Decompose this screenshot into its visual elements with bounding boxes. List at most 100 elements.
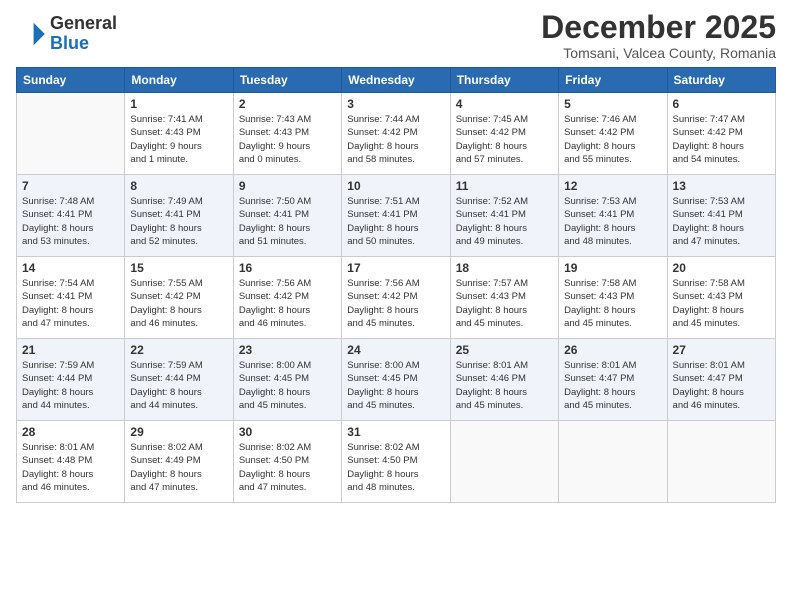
day-cell: 27 Sunrise: 8:01 AM Sunset: 4:47 PM Dayli… [667,339,775,421]
day-number: 18 [456,261,553,275]
day-detail: Sunrise: 7:53 AM Sunset: 4:41 PM Dayligh… [673,195,770,248]
day-number: 19 [564,261,661,275]
day-cell: 15Sunrise: 7:55 AM Sunset: 4:42 PM Dayli… [125,257,233,339]
day-number: 2 [239,97,336,111]
day-number: 11 [456,179,553,193]
day-number: 31 [347,425,444,439]
day-cell: 11Sunrise: 7:52 AM Sunset: 4:41 PM Dayli… [450,175,558,257]
location: Tomsani, Valcea County, Romania [541,45,776,61]
logo-text: GeneralBlue [50,14,117,54]
day-detail: Sunrise: 7:59 AM Sunset: 4:44 PM Dayligh… [130,359,227,412]
day-detail: Sunrise: 8:02 AM Sunset: 4:50 PM Dayligh… [239,441,336,494]
calendar-table: SundayMondayTuesdayWednesdayThursdayFrid… [16,67,776,503]
day-detail: Sunrise: 8:01 AM Sunset: 4:47 PM Dayligh… [564,359,661,412]
day-detail: Sunrise: 7:45 AM Sunset: 4:42 PM Dayligh… [456,113,553,166]
day-number: 30 [239,425,336,439]
day-number: 25 [456,343,553,357]
day-detail: Sunrise: 7:57 AM Sunset: 4:43 PM Dayligh… [456,277,553,330]
day-detail: Sunrise: 7:56 AM Sunset: 4:42 PM Dayligh… [239,277,336,330]
day-number: 27 [673,343,770,357]
day-detail: Sunrise: 8:02 AM Sunset: 4:49 PM Dayligh… [130,441,227,494]
day-cell: 17Sunrise: 7:56 AM Sunset: 4:42 PM Dayli… [342,257,450,339]
logo-icon [16,18,48,50]
day-number: 20 [673,261,770,275]
day-cell: 18 Sunrise: 7:57 AM Sunset: 4:43 PM Dayli… [450,257,558,339]
day-detail: Sunrise: 7:59 AM Sunset: 4:44 PM Dayligh… [22,359,119,412]
day-cell: 24 Sunrise: 8:00 AM Sunset: 4:45 PM Dayli… [342,339,450,421]
day-number: 12 [564,179,661,193]
week-row-4: 21Sunrise: 7:59 AM Sunset: 4:44 PM Dayli… [17,339,776,421]
day-cell: 21Sunrise: 7:59 AM Sunset: 4:44 PM Dayli… [17,339,125,421]
title-block: December 2025 Tomsani, Valcea County, Ro… [541,10,776,61]
day-detail: Sunrise: 8:01 AM Sunset: 4:47 PM Dayligh… [673,359,770,412]
weekday-header-monday: Monday [125,68,233,93]
day-cell: 23Sunrise: 8:00 AM Sunset: 4:45 PM Dayli… [233,339,341,421]
day-detail: Sunrise: 8:00 AM Sunset: 4:45 PM Dayligh… [239,359,336,412]
weekday-header-sunday: Sunday [17,68,125,93]
day-number: 14 [22,261,119,275]
day-detail: Sunrise: 8:00 AM Sunset: 4:45 PM Dayligh… [347,359,444,412]
day-number: 13 [673,179,770,193]
day-number: 8 [130,179,227,193]
day-number: 16 [239,261,336,275]
day-cell: 8 Sunrise: 7:49 AM Sunset: 4:41 PM Daylig… [125,175,233,257]
day-cell: 22 Sunrise: 7:59 AM Sunset: 4:44 PM Dayli… [125,339,233,421]
weekday-header-wednesday: Wednesday [342,68,450,93]
day-number: 22 [130,343,227,357]
day-detail: Sunrise: 7:41 AM Sunset: 4:43 PM Dayligh… [130,113,227,166]
page: GeneralBlue December 2025 Tomsani, Valce… [0,0,792,612]
day-cell [559,421,667,503]
header: GeneralBlue December 2025 Tomsani, Valce… [16,10,776,61]
day-detail: Sunrise: 7:44 AM Sunset: 4:42 PM Dayligh… [347,113,444,166]
day-detail: Sunrise: 8:01 AM Sunset: 4:48 PM Dayligh… [22,441,119,494]
week-row-5: 28 Sunrise: 8:01 AM Sunset: 4:48 PM Dayli… [17,421,776,503]
day-detail: Sunrise: 7:50 AM Sunset: 4:41 PM Dayligh… [239,195,336,248]
weekday-header-thursday: Thursday [450,68,558,93]
day-detail: Sunrise: 7:47 AM Sunset: 4:42 PM Dayligh… [673,113,770,166]
day-detail: Sunrise: 7:43 AM Sunset: 4:43 PM Dayligh… [239,113,336,166]
day-detail: Sunrise: 8:02 AM Sunset: 4:50 PM Dayligh… [347,441,444,494]
day-cell: 20Sunrise: 7:58 AM Sunset: 4:43 PM Dayli… [667,257,775,339]
day-cell: 4 Sunrise: 7:45 AM Sunset: 4:42 PM Daylig… [450,93,558,175]
day-cell: 29 Sunrise: 8:02 AM Sunset: 4:49 PM Dayli… [125,421,233,503]
day-cell: 3 Sunrise: 7:44 AM Sunset: 4:42 PM Daylig… [342,93,450,175]
day-cell: 19 Sunrise: 7:58 AM Sunset: 4:43 PM Dayli… [559,257,667,339]
day-number: 29 [130,425,227,439]
day-number: 28 [22,425,119,439]
day-detail: Sunrise: 7:51 AM Sunset: 4:41 PM Dayligh… [347,195,444,248]
day-cell: 26 Sunrise: 8:01 AM Sunset: 4:47 PM Dayli… [559,339,667,421]
day-cell: 14 Sunrise: 7:54 AM Sunset: 4:41 PM Dayli… [17,257,125,339]
day-detail: Sunrise: 7:58 AM Sunset: 4:43 PM Dayligh… [564,277,661,330]
day-number: 17 [347,261,444,275]
day-cell [450,421,558,503]
day-number: 15 [130,261,227,275]
day-cell: 6 Sunrise: 7:47 AM Sunset: 4:42 PM Daylig… [667,93,775,175]
day-cell: 10 Sunrise: 7:51 AM Sunset: 4:41 PM Dayli… [342,175,450,257]
weekday-header-row: SundayMondayTuesdayWednesdayThursdayFrid… [17,68,776,93]
day-number: 3 [347,97,444,111]
week-row-2: 7Sunrise: 7:48 AM Sunset: 4:41 PM Daylig… [17,175,776,257]
day-cell: 31 Sunrise: 8:02 AM Sunset: 4:50 PM Dayli… [342,421,450,503]
day-number: 6 [673,97,770,111]
day-cell: 2 Sunrise: 7:43 AM Sunset: 4:43 PM Daylig… [233,93,341,175]
day-number: 7 [22,179,119,193]
day-cell: 25Sunrise: 8:01 AM Sunset: 4:46 PM Dayli… [450,339,558,421]
day-cell: 30 Sunrise: 8:02 AM Sunset: 4:50 PM Dayli… [233,421,341,503]
day-cell [17,93,125,175]
day-number: 9 [239,179,336,193]
day-cell: 12Sunrise: 7:53 AM Sunset: 4:41 PM Dayli… [559,175,667,257]
day-number: 10 [347,179,444,193]
day-detail: Sunrise: 7:46 AM Sunset: 4:42 PM Dayligh… [564,113,661,166]
day-cell: 7Sunrise: 7:48 AM Sunset: 4:41 PM Daylig… [17,175,125,257]
day-cell: 16 Sunrise: 7:56 AM Sunset: 4:42 PM Dayli… [233,257,341,339]
day-number: 5 [564,97,661,111]
day-cell: 9 Sunrise: 7:50 AM Sunset: 4:41 PM Daylig… [233,175,341,257]
logo: GeneralBlue [16,14,117,54]
day-detail: Sunrise: 7:54 AM Sunset: 4:41 PM Dayligh… [22,277,119,330]
day-number: 1 [130,97,227,111]
day-detail: Sunrise: 7:49 AM Sunset: 4:41 PM Dayligh… [130,195,227,248]
day-cell: 1 Sunrise: 7:41 AM Sunset: 4:43 PM Daylig… [125,93,233,175]
day-number: 4 [456,97,553,111]
day-number: 26 [564,343,661,357]
day-number: 24 [347,343,444,357]
